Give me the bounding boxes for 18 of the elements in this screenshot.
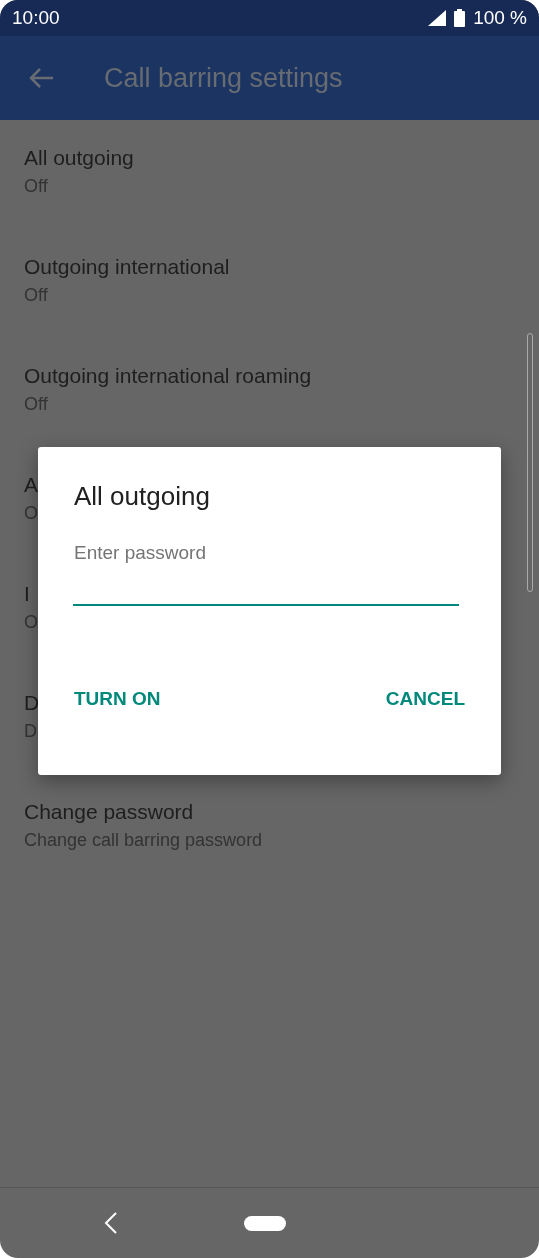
setting-title[interactable]: Change password xyxy=(24,800,194,824)
dialog-title: All outgoing xyxy=(74,481,210,512)
cancel-button[interactable]: CANCEL xyxy=(385,688,465,710)
screen-title: Call barring settings xyxy=(104,62,343,94)
battery-icon xyxy=(454,9,466,27)
clock-time: 10:00 xyxy=(12,7,60,29)
turn-on-button[interactable]: TURN ON xyxy=(74,688,161,710)
setting-title[interactable]: A xyxy=(24,473,38,497)
battery-level: 100 % xyxy=(473,7,527,29)
setting-title[interactable]: All outgoing xyxy=(24,146,134,170)
setting-title[interactable]: Outgoing international xyxy=(24,255,230,279)
password-field[interactable]: Enter password xyxy=(73,542,459,606)
setting-title[interactable]: I xyxy=(24,582,30,606)
home-button[interactable] xyxy=(244,1215,286,1231)
back-icon[interactable] xyxy=(104,1212,118,1234)
setting-title[interactable]: D xyxy=(24,691,40,715)
setting-title[interactable]: Outgoing international roaming xyxy=(24,364,312,388)
signal-icon xyxy=(428,10,447,26)
